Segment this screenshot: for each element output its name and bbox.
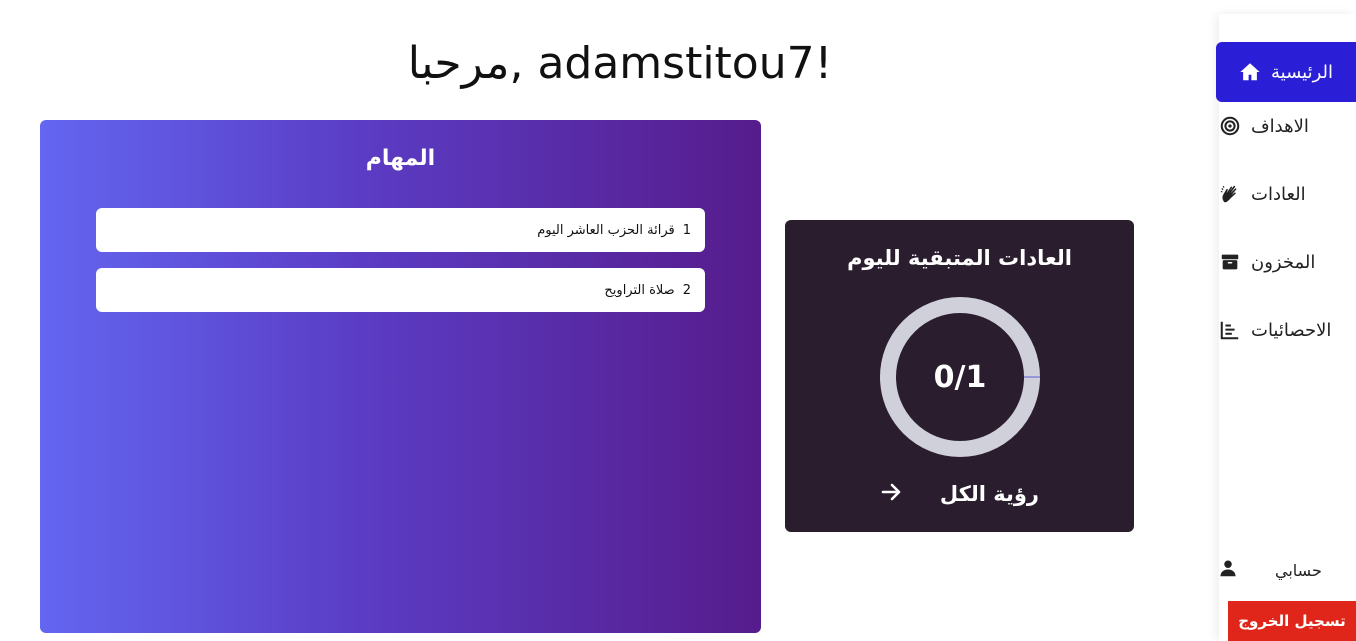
box-icon — [1219, 251, 1241, 273]
habits-title: العادات المتبقية لليوم — [847, 246, 1072, 270]
logout-button[interactable]: تسجيل الخروج — [1228, 601, 1356, 641]
sidebar-item-label: المخزون — [1251, 251, 1316, 273]
target-icon — [1219, 115, 1241, 137]
see-all-link[interactable]: رؤية الكل — [879, 478, 1039, 510]
account-link[interactable]: حسابي — [1219, 558, 1342, 582]
progress-text: 0/1 — [933, 359, 987, 395]
tasks-title: المهام — [365, 146, 436, 171]
arrow-right-icon — [879, 480, 903, 509]
sidebar-item-inventory[interactable]: المخزون — [1219, 234, 1342, 290]
sidebar-item-goals[interactable]: الاهداف — [1219, 98, 1342, 154]
task-text: صلاة التراويح — [604, 282, 675, 298]
task-item[interactable]: 1 قرائة الحزب العاشر اليوم — [96, 208, 705, 252]
tasks-panel: المهام 1 قرائة الحزب العاشر اليوم 2 صلاة… — [40, 120, 761, 633]
sidebar-item-home[interactable]: الرئيسية — [1216, 42, 1356, 102]
home-icon — [1239, 61, 1261, 83]
sidebar-item-habits[interactable]: العادات — [1219, 166, 1342, 222]
page-title: مرحبا, adamstitou7! — [407, 38, 833, 89]
hands-clapping-icon — [1219, 183, 1241, 205]
task-item[interactable]: 2 صلاة التراويح — [96, 268, 705, 312]
sidebar-item-label: الاهداف — [1251, 115, 1309, 137]
task-text: قرائة الحزب العاشر اليوم — [537, 222, 675, 238]
task-number: 2 — [682, 282, 691, 298]
remaining-habits-card: العادات المتبقية لليوم 0/1 رؤية الكل — [785, 220, 1134, 532]
sidebar-item-label: الرئيسية — [1271, 61, 1333, 83]
sidebar-item-stats[interactable]: الاحصائيات — [1219, 302, 1342, 358]
sidebar-item-label: العادات — [1251, 183, 1306, 205]
account-label: حسابي — [1275, 560, 1322, 580]
see-all-label: رؤية الكل — [939, 482, 1039, 506]
user-icon — [1219, 559, 1237, 581]
sidebar-item-label: الاحصائيات — [1251, 319, 1332, 341]
task-number: 1 — [682, 222, 691, 238]
sidebar: الرئيسية الاهداف العادات المخزون الاحصائ… — [1216, 14, 1356, 641]
stats-list-icon — [1219, 319, 1241, 341]
